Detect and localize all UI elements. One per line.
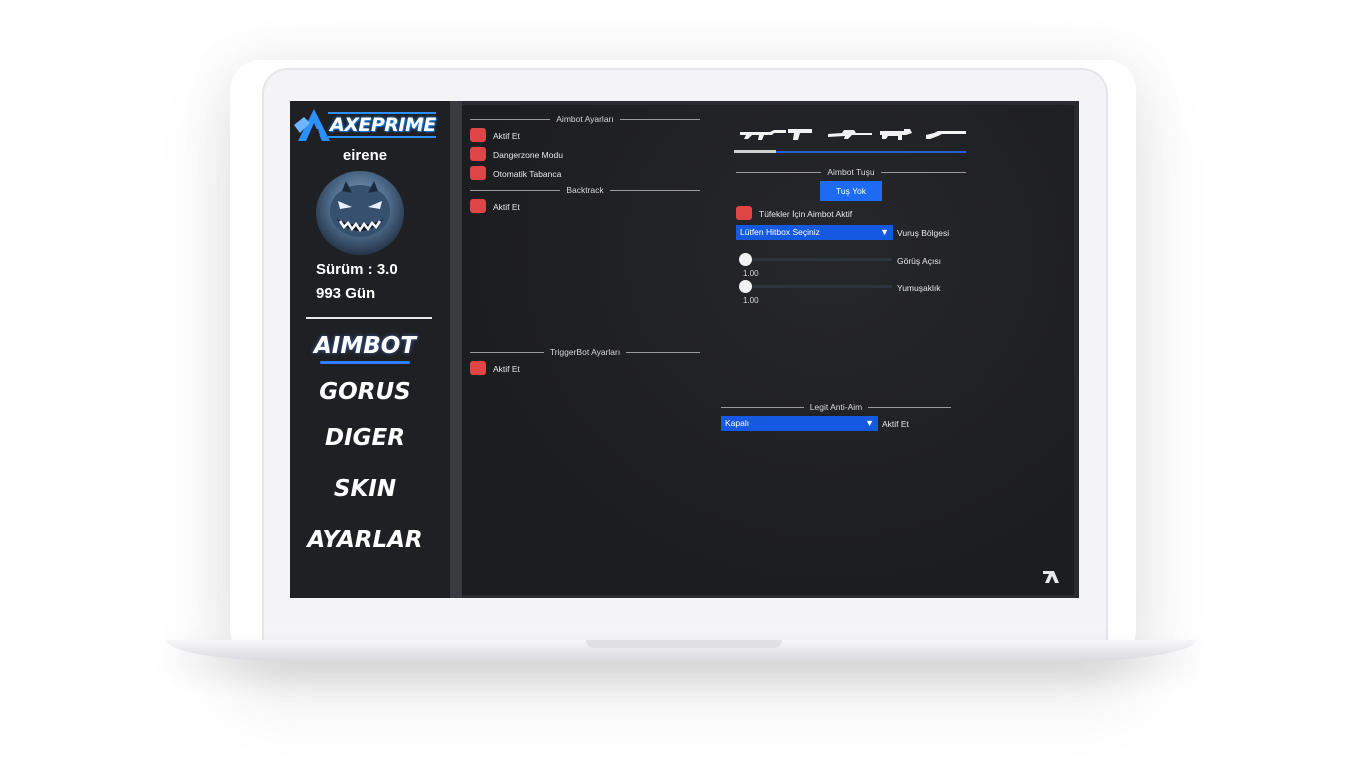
sniper-icon[interactable] (828, 127, 872, 141)
anti-aim-select-value: Kapalı (725, 418, 750, 428)
checkbox-label: Dangerzone Modu (493, 150, 563, 160)
days-remaining: 993 Gün (316, 285, 376, 302)
rifle-icon[interactable] (740, 127, 786, 141)
laptop-notch (586, 640, 782, 648)
pistol-icon[interactable] (788, 127, 812, 141)
section-title: TriggerBot Ayarları (549, 347, 621, 357)
stage: AXEPRIME eirene Sürüm : 3.0 993 Gün AIMB… (0, 0, 1366, 768)
main-panel: Aimbot Ayarları Aktif Et Dangerzone Modu… (462, 105, 1074, 595)
checkbox-rifle-aimbot[interactable] (736, 206, 752, 220)
checkbox-label: Aktif Et (493, 131, 520, 141)
section-aimbot-key: Aimbot Tuşu (736, 166, 966, 178)
anti-aim-label: Aktif Et (882, 419, 909, 429)
hitbox-select-value: Lütfen Hitbox Seçiniz (740, 227, 820, 237)
checkbox-dangerzone[interactable] (470, 147, 486, 161)
version-text: Sürüm : 3.0 (316, 261, 398, 278)
avatar (316, 171, 404, 255)
checkbox-label: Otomatik Tabanca (493, 169, 562, 179)
sidebar-divider (306, 317, 432, 319)
hitbox-select[interactable]: Lütfen Hitbox Seçiniz ▼ (736, 225, 893, 240)
brand-corner-icon (1043, 571, 1059, 583)
dropdown-arrow-icon: ▼ (865, 418, 874, 428)
fov-slider-value: 1.00 (743, 269, 759, 278)
panel-separator (450, 101, 462, 598)
axe-logo-icon (294, 109, 330, 141)
section-title: Backtrack (566, 185, 604, 195)
section-aimbot-settings: Aimbot Ayarları (470, 113, 701, 125)
checkbox-label: Aktif Et (493, 364, 520, 374)
nav-item-gorus[interactable]: GORUS (290, 379, 440, 405)
smg-icon[interactable] (880, 127, 912, 141)
section-title: Aimbot Tuşu (827, 167, 875, 177)
fov-slider-track[interactable] (740, 258, 892, 261)
checkbox-label: Tüfekler İçin Aimbot Aktif (759, 209, 853, 219)
section-title: Aimbot Ayarları (556, 114, 614, 124)
checkbox-label: Aktif Et (493, 202, 520, 212)
checkbox-aimbot-enable[interactable] (470, 128, 486, 142)
dropdown-arrow-icon: ▼ (880, 227, 889, 237)
nav-item-aimbot[interactable]: AIMBOT (290, 333, 440, 359)
smooth-slider-track[interactable] (740, 285, 892, 288)
nav-item-diger[interactable]: DIGER (290, 425, 440, 451)
checkbox-auto-pistol[interactable] (470, 166, 486, 180)
hitbox-label: Vuruş Bölgesi (897, 228, 950, 238)
app-window: AXEPRIME eirene Sürüm : 3.0 993 Gün AIMB… (290, 101, 1079, 598)
smooth-slider-value: 1.00 (743, 296, 759, 305)
weapon-tabs (734, 123, 970, 157)
fov-slider-knob[interactable] (739, 253, 752, 266)
section-legit-anti-aim: Legit Anti-Aim (721, 401, 952, 413)
smooth-slider-knob[interactable] (739, 280, 752, 293)
smooth-slider-label: Yumuşaklık (897, 283, 941, 293)
nav-item-skin[interactable]: SKIN (290, 476, 440, 502)
section-backtrack: Backtrack (470, 184, 701, 196)
grinning-face-icon (330, 181, 390, 237)
nav-active-indicator (320, 361, 410, 364)
shotgun-icon[interactable] (926, 127, 966, 141)
nav-item-ayarlar[interactable]: AYARLAR (290, 527, 440, 553)
app-logo: AXEPRIME (292, 107, 442, 143)
sidebar: AXEPRIME eirene Sürüm : 3.0 993 Gün AIMB… (290, 101, 450, 598)
weapon-tab-active-indicator (734, 150, 776, 153)
anti-aim-select[interactable]: Kapalı ▼ (721, 416, 878, 431)
username: eirene (342, 147, 388, 164)
logo-text: AXEPRIME (328, 112, 436, 138)
fov-slider-label: Görüş Açısı (897, 256, 941, 266)
checkbox-triggerbot-enable[interactable] (470, 361, 486, 375)
checkbox-backtrack-enable[interactable] (470, 199, 486, 213)
section-triggerbot: TriggerBot Ayarları (470, 346, 701, 358)
aimbot-key-button[interactable]: Tuş Yok (820, 181, 882, 201)
section-title: Legit Anti-Aim (809, 402, 863, 412)
